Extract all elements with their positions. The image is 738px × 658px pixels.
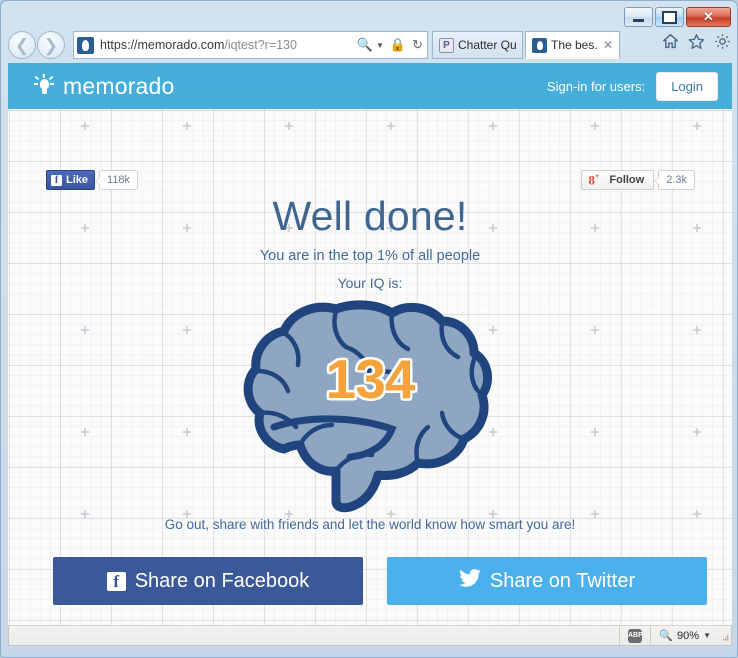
page-content: f Like 118k 8+ Follow 2.3k Well done! Yo… — [8, 109, 732, 628]
facebook-like-label: Like — [66, 174, 89, 186]
lightbulb-icon — [34, 73, 54, 97]
iq-score: 134 — [325, 348, 416, 410]
address-bar[interactable]: https://memorado.com/iqtest?r=130 🔍 ▼ 🔒 … — [73, 31, 428, 59]
tab-chatter-quiz[interactable]: P Chatter Qu... — [432, 31, 523, 59]
google-plus-icon: 8+ — [588, 171, 600, 188]
favorites-star-icon[interactable] — [688, 33, 705, 50]
browser-toolbar-icons — [662, 33, 731, 50]
twitter-bird-icon — [459, 569, 481, 593]
googleplus-follow-button[interactable]: 8+ Follow — [581, 170, 655, 190]
tab-memorado-active[interactable]: The bes... ✕ — [525, 31, 620, 59]
googleplus-follow-count: 2.3k — [654, 170, 695, 190]
site-logo-text: memorado — [63, 72, 175, 99]
url-host: https://memorado.com — [100, 38, 225, 52]
page-title: Well done! — [272, 193, 468, 239]
url-path: /iqtest?r=130 — [224, 38, 297, 52]
browser-navigation-bar: ❮ ❯ https://memorado.com/iqtest?r=130 🔍 … — [1, 29, 737, 63]
facebook-f-icon: f — [106, 571, 126, 591]
maximize-button[interactable] — [655, 7, 684, 27]
back-arrow-icon: ❮ — [14, 35, 30, 55]
settings-gear-icon[interactable] — [714, 33, 731, 50]
tab-close-icon[interactable]: ✕ — [599, 38, 613, 52]
home-icon[interactable] — [662, 33, 679, 50]
login-button[interactable]: Login — [656, 71, 718, 101]
close-icon: ✕ — [703, 9, 714, 24]
brain-illustration: 134 — [240, 295, 500, 513]
pocket-p-icon: P — [439, 37, 454, 53]
result-subtitle: You are in the top 1% of all people — [259, 248, 481, 264]
refresh-icon[interactable]: ↻ — [412, 37, 423, 53]
share-facebook-label: Share on Facebook — [134, 569, 310, 592]
signin-label: Sign-in for users: — [546, 78, 646, 94]
facebook-like-widget[interactable]: f Like 118k — [46, 170, 139, 190]
minimize-button[interactable] — [624, 7, 653, 27]
adblock-plus-indicator[interactable]: ABP — [619, 626, 650, 645]
padlock-icon[interactable]: 🔒 — [390, 37, 406, 53]
close-button[interactable]: ✕ — [686, 7, 731, 27]
browser-window: ✕ ❮ ❯ https://memorado.com/iqtest?r=130 … — [0, 0, 738, 658]
iq-label: Your IQ is: — [337, 275, 403, 291]
tab-label: Chatter Qu... — [458, 38, 516, 52]
address-bar-url: https://memorado.com/iqtest?r=130 — [100, 38, 357, 52]
facebook-f-icon: f — [51, 174, 62, 186]
window-titlebar: ✕ — [1, 1, 737, 29]
search-icon[interactable]: 🔍 — [357, 37, 373, 53]
chevron-down-icon[interactable]: ▼ — [703, 631, 711, 640]
memorado-bulb-icon — [532, 37, 547, 53]
facebook-like-count: 118k — [95, 170, 139, 190]
site-logo[interactable]: memorado — [34, 73, 175, 100]
googleplus-follow-label: Follow — [609, 174, 645, 186]
page-viewport: memorado Sign-in for users: Login f Like… — [8, 63, 732, 628]
share-prompt: Go out, share with friends and let the w… — [164, 517, 576, 532]
facebook-like-button[interactable]: f Like — [46, 170, 96, 190]
share-on-twitter-button[interactable]: Share on Twitter — [387, 557, 707, 605]
share-twitter-label: Share on Twitter — [489, 569, 636, 592]
zoom-control[interactable]: 🔍 90% ▼ — [650, 626, 719, 645]
tab-label: The bes... — [551, 38, 599, 52]
forward-button[interactable]: ❯ — [37, 31, 65, 59]
back-button[interactable]: ❮ — [8, 31, 36, 59]
address-bar-icons: 🔍 ▼ 🔒 ↻ — [357, 37, 423, 53]
resize-grip[interactable] — [719, 626, 731, 645]
share-on-facebook-button[interactable]: f Share on Facebook — [53, 557, 363, 605]
googleplus-follow-widget[interactable]: 8+ Follow 2.3k — [581, 170, 695, 190]
signin-area: Sign-in for users: Login — [546, 71, 718, 101]
site-header: memorado Sign-in for users: Login — [8, 63, 732, 109]
forward-arrow-icon: ❯ — [43, 35, 59, 55]
browser-status-bar: ABP 🔍 90% ▼ — [8, 625, 732, 646]
window-controls: ✕ — [624, 7, 731, 27]
adblock-plus-icon: ABP — [628, 628, 643, 643]
zoom-magnifier-icon: 🔍 — [659, 630, 674, 642]
zoom-level-label: 90% — [677, 629, 700, 642]
chevron-down-icon[interactable]: ▼ — [376, 41, 384, 50]
memorado-bulb-favicon-icon — [77, 36, 94, 54]
